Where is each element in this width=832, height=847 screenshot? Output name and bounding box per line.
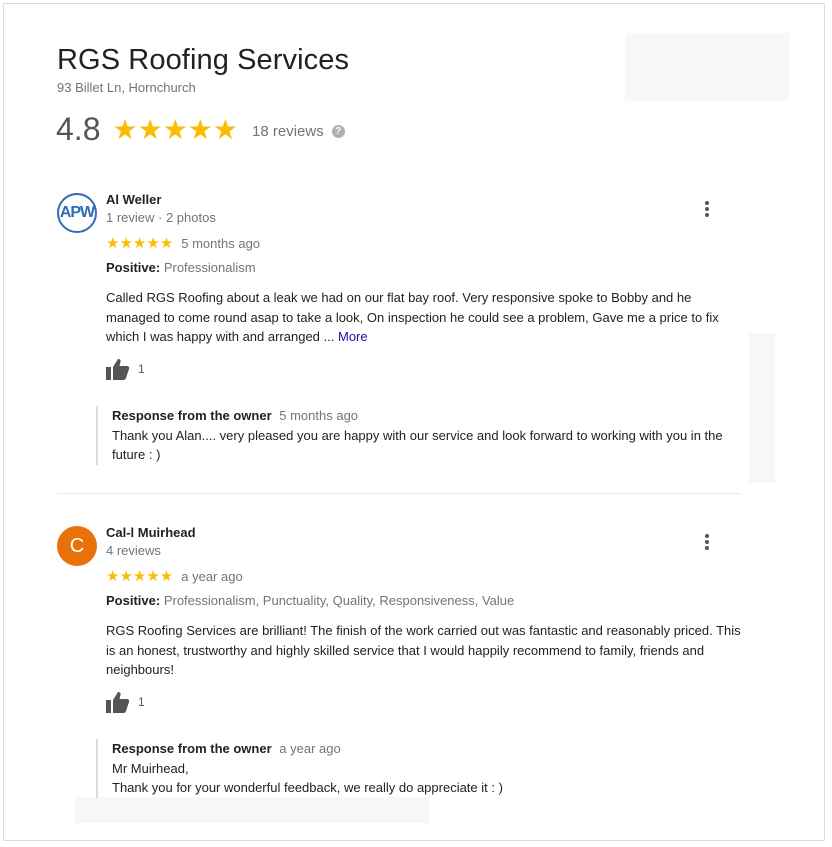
- owner-response-date: a year ago: [279, 741, 341, 756]
- positive-label: Positive:: [106, 593, 161, 608]
- like-count: 1: [138, 362, 145, 376]
- positive-attributes: Positive: Professionalism, Punctuality, …: [106, 593, 514, 608]
- like-button[interactable]: 1: [106, 358, 145, 380]
- rating-summary: 4.8 ★★★★★ 18 reviews ?: [56, 111, 345, 148]
- review-divider: [57, 493, 741, 494]
- more-vert-icon[interactable]: [700, 532, 714, 552]
- review-text: Called RGS Roofing about a leak we had o…: [106, 288, 746, 347]
- positive-tags: Professionalism, Punctuality, Quality, R…: [163, 593, 515, 608]
- blank-placeholder: [749, 333, 775, 483]
- owner-response-label: Response from the owner: [112, 408, 272, 423]
- thumbs-up-icon: [106, 359, 130, 380]
- blank-placeholder: [75, 797, 429, 823]
- owner-response-date: 5 months ago: [279, 408, 359, 423]
- owner-response: Response from the owner a year ago Mr Mu…: [96, 739, 752, 798]
- positive-attributes: Positive: Professionalism: [106, 260, 256, 275]
- star-rating-icon: ★★★★★: [106, 568, 174, 585]
- reviewer-meta: 4 reviews: [106, 543, 161, 558]
- owner-response-text: Thank you for your wonderful feedback, w…: [112, 780, 503, 795]
- avatar[interactable]: C: [57, 526, 97, 566]
- review-body: Called RGS Roofing about a leak we had o…: [106, 290, 719, 344]
- owner-response-text: Mr Muirhead,: [112, 760, 189, 776]
- review-rating: ★★★★★ 5 months ago: [106, 234, 260, 252]
- owner-response-text: Thank you Alan.... very pleased you are …: [112, 427, 723, 463]
- reviewer-meta: 1 review · 2 photos: [106, 210, 216, 225]
- review-rating: ★★★★★ a year ago: [106, 567, 243, 585]
- like-button[interactable]: 1: [106, 691, 145, 713]
- average-rating: 4.8: [56, 111, 101, 147]
- star-rating-icon: ★★★★★: [106, 235, 174, 252]
- thumbs-up-icon: [106, 692, 130, 713]
- more-link[interactable]: More: [338, 329, 368, 344]
- reviewer-name[interactable]: Al Weller: [106, 192, 161, 207]
- owner-response: Response from the owner 5 months ago Tha…: [96, 406, 752, 465]
- review-count-link[interactable]: 18 reviews: [252, 123, 324, 140]
- rating-stars-icon: ★★★★★: [112, 113, 238, 145]
- blank-placeholder: [625, 33, 789, 101]
- business-address: 93 Billet Ln, Hornchurch: [57, 80, 196, 95]
- review-text: RGS Roofing Services are brilliant! The …: [106, 623, 741, 677]
- review-date: a year ago: [181, 568, 243, 584]
- more-vert-icon[interactable]: [700, 199, 714, 219]
- reviewer-name[interactable]: Cal-l Muirhead: [106, 525, 196, 540]
- positive-label: Positive:: [106, 260, 161, 275]
- owner-response-label: Response from the owner: [112, 741, 272, 756]
- avatar[interactable]: APW: [57, 193, 97, 233]
- help-icon[interactable]: ?: [331, 125, 345, 138]
- positive-tags: Professionalism: [163, 260, 256, 275]
- business-name: RGS Roofing Services: [57, 44, 350, 76]
- like-count: 1: [138, 695, 145, 709]
- review-date: 5 months ago: [181, 235, 261, 251]
